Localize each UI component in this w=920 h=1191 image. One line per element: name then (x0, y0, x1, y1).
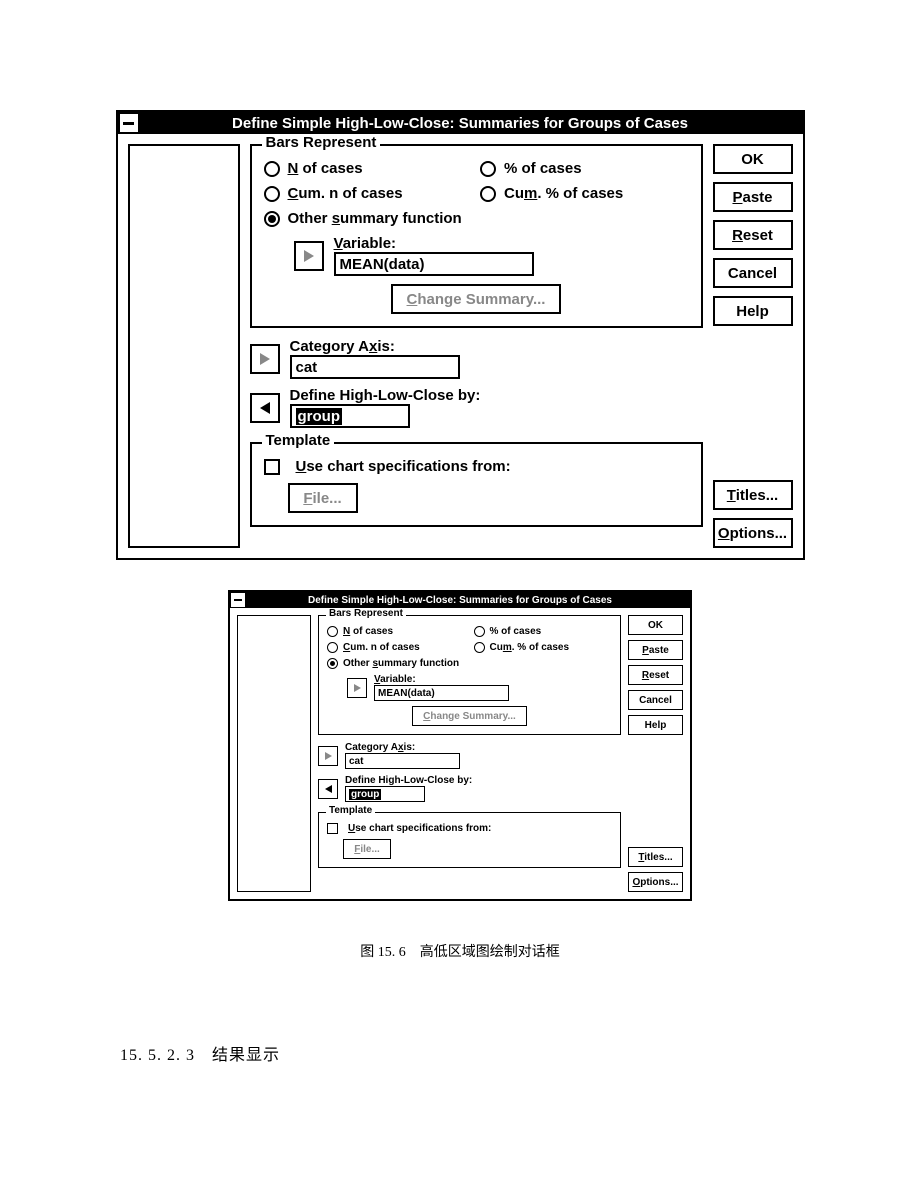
radio-icon (327, 642, 338, 653)
cancel-button[interactable]: Cancel (628, 690, 683, 710)
file-button[interactable]: File... (288, 483, 358, 513)
checkbox-icon (327, 823, 338, 834)
template-group: Template Use chart specifications from: … (318, 812, 621, 868)
radio-icon (474, 642, 485, 653)
move-category-button[interactable] (318, 746, 338, 766)
dialog-large: Define Simple High-Low-Close: Summaries … (116, 110, 805, 560)
define-hlc-field[interactable]: group (290, 404, 410, 428)
checkbox-icon (264, 459, 280, 475)
category-axis-field[interactable]: cat (345, 753, 460, 769)
system-menu-icon[interactable] (118, 112, 140, 134)
dialog-small: Define Simple High-Low-Close: Summaries … (228, 590, 692, 901)
radio-icon (264, 186, 280, 202)
radio-icon (264, 211, 280, 227)
template-group: Template Use chart specifications from: … (250, 442, 703, 527)
title-bar: Define Simple High-Low-Close: Summaries … (230, 592, 690, 608)
radio-cum-pct-of-cases[interactable]: Cum. % of cases (480, 185, 689, 202)
bars-represent-group: Bars Represent N of cases % of cases (318, 615, 621, 735)
radio-n-of-cases[interactable]: N of cases (327, 626, 466, 637)
radio-other-summary[interactable]: Other summary function (327, 658, 612, 669)
radio-icon (480, 161, 496, 177)
titles-button[interactable]: Titles... (713, 480, 793, 510)
figure-caption: 图 15. 6 高低区域图绘制对话框 (0, 941, 920, 961)
radio-cum-n-of-cases[interactable]: Cum. n of cases (327, 642, 466, 653)
category-axis-label: Category Axis: (290, 338, 460, 355)
paste-button[interactable]: Paste (713, 182, 793, 212)
change-summary-button[interactable]: Change Summary... (391, 284, 561, 314)
category-axis-label: Category Axis: (345, 742, 460, 753)
radio-cum-pct-of-cases[interactable]: Cum. % of cases (474, 642, 613, 653)
move-category-button[interactable] (250, 344, 280, 374)
radio-icon (474, 626, 485, 637)
help-button[interactable]: Help (628, 715, 683, 735)
radio-pct-of-cases[interactable]: % of cases (474, 626, 613, 637)
reset-button[interactable]: Reset (628, 665, 683, 685)
variable-field[interactable]: MEAN(data) (334, 252, 534, 276)
use-chart-spec-checkbox[interactable]: Use chart specifications from: (264, 458, 689, 475)
change-summary-button[interactable]: Change Summary... (412, 706, 527, 726)
use-chart-spec-checkbox[interactable]: Use chart specifications from: (327, 823, 612, 834)
ok-button[interactable]: OK (628, 615, 683, 635)
title-bar: Define Simple High-Low-Close: Summaries … (118, 112, 803, 134)
dialog-title: Define Simple High-Low-Close: Summaries … (246, 595, 690, 606)
arrow-right-icon (325, 752, 332, 760)
radio-icon (327, 658, 338, 669)
radio-icon (480, 186, 496, 202)
radio-icon (327, 626, 338, 637)
variable-label: Variable: (374, 674, 612, 685)
template-legend: Template (326, 805, 375, 816)
radio-n-of-cases[interactable]: N of cases (264, 160, 473, 177)
arrow-left-icon (260, 402, 270, 414)
define-hlc-field[interactable]: group (345, 786, 425, 802)
file-button[interactable]: File... (343, 839, 391, 859)
bars-represent-legend: Bars Represent (262, 134, 381, 151)
source-variable-list[interactable] (237, 615, 311, 892)
radio-icon (264, 161, 280, 177)
help-button[interactable]: Help (713, 296, 793, 326)
options-button[interactable]: Options... (713, 518, 793, 548)
move-variable-button[interactable] (347, 678, 367, 698)
radio-pct-of-cases[interactable]: % of cases (480, 160, 689, 177)
system-menu-icon[interactable] (230, 592, 246, 608)
move-variable-button[interactable] (294, 241, 324, 271)
bars-represent-legend: Bars Represent (326, 608, 406, 619)
move-hlc-button[interactable] (250, 393, 280, 423)
cancel-button[interactable]: Cancel (713, 258, 793, 288)
source-variable-list[interactable] (128, 144, 240, 548)
arrow-right-icon (354, 684, 361, 692)
variable-field[interactable]: MEAN(data) (374, 685, 509, 701)
define-hlc-label: Define High-Low-Close by: (290, 387, 481, 404)
ok-button[interactable]: OK (713, 144, 793, 174)
category-axis-field[interactable]: cat (290, 355, 460, 379)
bars-represent-group: Bars Represent N of cases % of cases (250, 144, 703, 328)
template-legend: Template (262, 432, 335, 449)
options-button[interactable]: Options... (628, 872, 683, 892)
paste-button[interactable]: Paste (628, 640, 683, 660)
radio-cum-n-of-cases[interactable]: Cum. n of cases (264, 185, 473, 202)
section-heading: 15. 5. 2. 3 结果显示 (120, 1041, 920, 1065)
define-hlc-label: Define High-Low-Close by: (345, 775, 472, 786)
titles-button[interactable]: Titles... (628, 847, 683, 867)
move-hlc-button[interactable] (318, 779, 338, 799)
reset-button[interactable]: Reset (713, 220, 793, 250)
variable-label: Variable: (334, 235, 689, 252)
arrow-left-icon (325, 785, 332, 793)
arrow-right-icon (260, 353, 270, 365)
arrow-right-icon (304, 250, 314, 262)
dialog-title: Define Simple High-Low-Close: Summaries … (140, 115, 803, 132)
radio-other-summary[interactable]: Other summary function (264, 210, 689, 227)
